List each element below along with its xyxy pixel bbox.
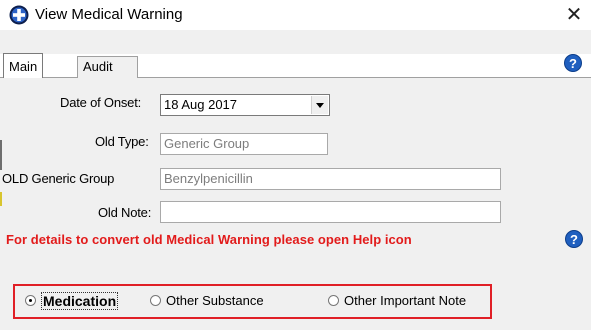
old-generic-group-field: Benzylpenicillin — [160, 168, 501, 190]
radio-other-substance-label: Other Substance — [166, 293, 264, 308]
old-type-label: Old Type: — [95, 134, 149, 149]
tab-main[interactable]: Main — [3, 53, 44, 78]
medical-warning-window: View Medical Warning ✕ Main Audit ? Date… — [0, 0, 591, 330]
chevron-down-icon[interactable] — [311, 96, 328, 114]
radio-other-substance[interactable]: Other Substance — [150, 293, 300, 311]
window-edge-divider — [0, 192, 2, 206]
date-of-onset-dropdown[interactable]: 18 Aug 2017 — [160, 94, 330, 116]
close-icon: ✕ — [565, 4, 583, 26]
window-title: View Medical Warning — [35, 6, 183, 23]
radio-checked-icon[interactable] — [25, 295, 36, 306]
radio-unchecked-icon[interactable] — [328, 295, 339, 306]
window-edge-divider — [0, 140, 2, 170]
old-generic-group-label: OLD Generic Group — [2, 171, 115, 186]
help-icon[interactable]: ? — [564, 54, 582, 72]
old-note-label: Old Note: — [98, 205, 152, 220]
tab-strip — [0, 30, 591, 54]
title-bar: View Medical Warning ✕ — [0, 0, 591, 30]
help-instruction-message: For details to convert old Medical Warni… — [6, 232, 412, 247]
date-of-onset-label: Date of Onset: — [60, 95, 142, 110]
help-icon[interactable]: ? — [565, 230, 583, 248]
app-logo-icon — [9, 5, 29, 25]
radio-other-important-note[interactable]: Other Important Note — [328, 293, 488, 311]
radio-medication[interactable]: Medication — [25, 292, 147, 311]
radio-other-important-note-label: Other Important Note — [344, 293, 467, 308]
radio-medication-label: Medication — [41, 292, 119, 310]
radio-unchecked-icon[interactable] — [150, 295, 161, 306]
tab-audit[interactable]: Audit — [77, 56, 138, 78]
close-button[interactable]: ✕ — [560, 2, 588, 28]
date-of-onset-value: 18 Aug 2017 — [164, 97, 238, 112]
old-type-field: Generic Group — [160, 133, 328, 155]
old-note-field[interactable] — [160, 201, 501, 223]
